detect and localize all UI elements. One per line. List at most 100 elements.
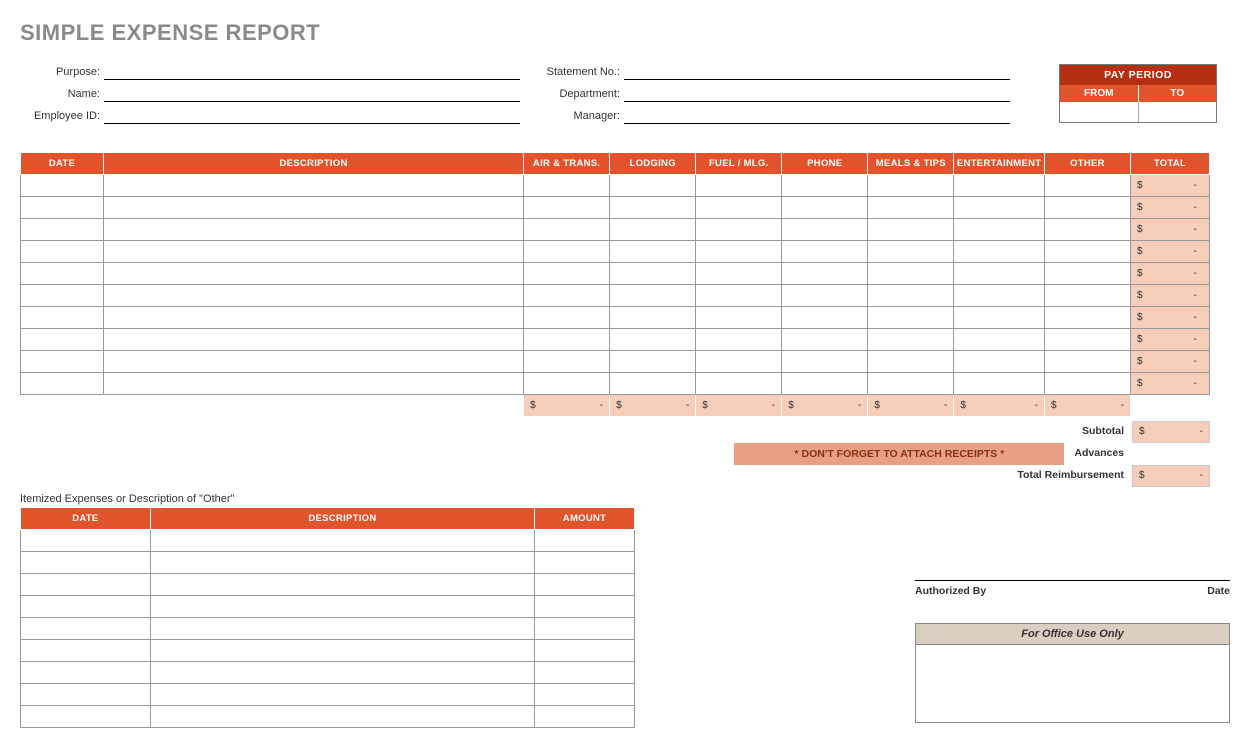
cell[interactable] xyxy=(868,351,954,373)
cell[interactable] xyxy=(782,373,868,395)
cell[interactable] xyxy=(535,552,635,574)
cell[interactable] xyxy=(21,618,151,640)
cell[interactable] xyxy=(21,285,104,307)
cell[interactable] xyxy=(1044,373,1130,395)
input-department[interactable] xyxy=(624,86,1010,102)
cell[interactable] xyxy=(1044,285,1130,307)
cell[interactable] xyxy=(150,552,534,574)
cell[interactable] xyxy=(782,197,868,219)
cell[interactable] xyxy=(21,241,104,263)
cell[interactable] xyxy=(610,219,696,241)
cell[interactable] xyxy=(21,197,104,219)
advances-value[interactable] xyxy=(1132,443,1210,465)
cell[interactable] xyxy=(535,640,635,662)
cell[interactable] xyxy=(610,329,696,351)
cell[interactable] xyxy=(21,640,151,662)
cell[interactable] xyxy=(1044,329,1130,351)
cell[interactable] xyxy=(1044,197,1130,219)
cell[interactable] xyxy=(524,285,610,307)
cell[interactable] xyxy=(104,373,524,395)
cell[interactable] xyxy=(782,263,868,285)
cell[interactable] xyxy=(782,285,868,307)
cell[interactable] xyxy=(524,351,610,373)
cell[interactable] xyxy=(696,329,782,351)
cell[interactable] xyxy=(954,197,1045,219)
cell[interactable] xyxy=(104,175,524,197)
cell[interactable] xyxy=(954,285,1045,307)
cell[interactable] xyxy=(696,219,782,241)
cell[interactable] xyxy=(868,285,954,307)
cell[interactable] xyxy=(21,329,104,351)
cell[interactable] xyxy=(524,175,610,197)
cell[interactable] xyxy=(782,307,868,329)
cell[interactable] xyxy=(21,530,151,552)
cell[interactable] xyxy=(868,241,954,263)
cell[interactable] xyxy=(524,307,610,329)
cell[interactable] xyxy=(868,197,954,219)
cell[interactable] xyxy=(954,219,1045,241)
cell[interactable] xyxy=(535,530,635,552)
cell[interactable] xyxy=(535,574,635,596)
cell[interactable] xyxy=(535,596,635,618)
cell[interactable] xyxy=(954,175,1045,197)
cell[interactable] xyxy=(1044,351,1130,373)
pay-from-input[interactable] xyxy=(1060,102,1139,122)
cell[interactable] xyxy=(104,197,524,219)
cell[interactable] xyxy=(21,706,151,728)
cell[interactable] xyxy=(868,329,954,351)
cell[interactable] xyxy=(21,263,104,285)
cell[interactable] xyxy=(104,285,524,307)
cell[interactable] xyxy=(610,373,696,395)
input-manager[interactable] xyxy=(624,108,1010,124)
cell[interactable] xyxy=(535,684,635,706)
cell[interactable] xyxy=(524,373,610,395)
cell[interactable] xyxy=(150,530,534,552)
cell[interactable] xyxy=(150,596,534,618)
input-employee-id[interactable] xyxy=(104,108,520,124)
cell[interactable] xyxy=(21,351,104,373)
cell[interactable] xyxy=(1044,175,1130,197)
cell[interactable] xyxy=(782,241,868,263)
cell[interactable] xyxy=(1044,241,1130,263)
cell[interactable] xyxy=(696,175,782,197)
cell[interactable] xyxy=(21,662,151,684)
cell[interactable] xyxy=(535,662,635,684)
cell[interactable] xyxy=(524,263,610,285)
cell[interactable] xyxy=(696,263,782,285)
cell[interactable] xyxy=(868,219,954,241)
cell[interactable] xyxy=(610,307,696,329)
cell[interactable] xyxy=(868,307,954,329)
cell[interactable] xyxy=(610,241,696,263)
cell[interactable] xyxy=(21,684,151,706)
cell[interactable] xyxy=(954,307,1045,329)
cell[interactable] xyxy=(868,373,954,395)
cell[interactable] xyxy=(104,307,524,329)
cell[interactable] xyxy=(150,618,534,640)
input-name[interactable] xyxy=(104,86,520,102)
cell[interactable] xyxy=(21,574,151,596)
cell[interactable] xyxy=(610,351,696,373)
cell[interactable] xyxy=(696,373,782,395)
cell[interactable] xyxy=(954,263,1045,285)
cell[interactable] xyxy=(954,351,1045,373)
cell[interactable] xyxy=(1044,219,1130,241)
input-purpose[interactable] xyxy=(104,64,520,80)
cell[interactable] xyxy=(1044,263,1130,285)
cell[interactable] xyxy=(21,552,151,574)
cell[interactable] xyxy=(610,263,696,285)
cell[interactable] xyxy=(782,219,868,241)
cell[interactable] xyxy=(150,662,534,684)
cell[interactable] xyxy=(696,241,782,263)
cell[interactable] xyxy=(150,684,534,706)
cell[interactable] xyxy=(782,351,868,373)
cell[interactable] xyxy=(104,263,524,285)
cell[interactable] xyxy=(1044,307,1130,329)
cell[interactable] xyxy=(524,197,610,219)
cell[interactable] xyxy=(535,706,635,728)
input-statement-no[interactable] xyxy=(624,64,1010,80)
cell[interactable] xyxy=(954,373,1045,395)
cell[interactable] xyxy=(104,329,524,351)
cell[interactable] xyxy=(868,263,954,285)
cell[interactable] xyxy=(21,373,104,395)
cell[interactable] xyxy=(524,329,610,351)
